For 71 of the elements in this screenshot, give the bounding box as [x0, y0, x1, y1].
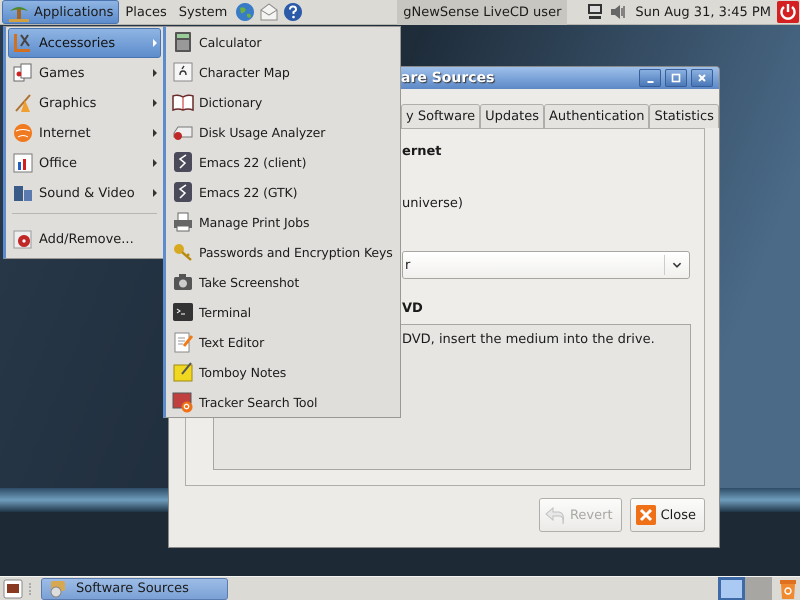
- submenu-arrow-icon: [152, 189, 158, 197]
- hint-text: DVD, insert the medium into the drive.: [402, 332, 655, 347]
- globe-icon: [12, 122, 34, 144]
- menu-item[interactable]: Games: [8, 58, 161, 88]
- window-title: are Sources: [401, 70, 494, 86]
- section-heading: VD: [402, 301, 423, 316]
- cards-icon: [12, 62, 34, 84]
- menu-item[interactable]: Dictionary: [168, 87, 400, 117]
- menu-item[interactable]: Passwords and Encryption Keys: [168, 237, 400, 267]
- tab[interactable]: Statistics: [649, 104, 719, 128]
- menu-item[interactable]: Emacs 22 (GTK): [168, 177, 400, 207]
- printer-icon: [172, 211, 194, 233]
- dropdown[interactable]: r: [402, 251, 690, 279]
- search-icon: [172, 391, 194, 413]
- submenu-arrow-icon: [152, 129, 158, 137]
- menu-item[interactable]: Take Screenshot: [168, 267, 400, 297]
- show-desktop-icon[interactable]: [3, 578, 23, 598]
- calc-icon: [172, 31, 194, 53]
- menu-item[interactable]: Office: [8, 148, 161, 178]
- undo-arrow-icon: [544, 504, 566, 526]
- chart-icon: [12, 152, 34, 174]
- power-icon[interactable]: [777, 1, 799, 23]
- tab[interactable]: Updates: [480, 104, 544, 128]
- menu-item[interactable]: Terminal: [168, 297, 400, 327]
- note-icon: [172, 361, 194, 383]
- menu-item[interactable]: Tomboy Notes: [168, 357, 400, 387]
- menu-item[interactable]: Graphics: [8, 88, 161, 118]
- close-button[interactable]: [691, 69, 713, 87]
- submenu-arrow-icon: [152, 39, 158, 47]
- menu-item[interactable]: Sound & Video: [8, 178, 161, 208]
- menu-item[interactable]: Internet: [8, 118, 161, 148]
- workspace[interactable]: [718, 576, 745, 600]
- keys-icon: [172, 241, 194, 263]
- menu-item[interactable]: Accessories: [8, 28, 161, 58]
- notepad-icon: [172, 331, 194, 353]
- clock[interactable]: Sun Aug 31, 3:45 PM: [635, 4, 771, 20]
- section-heading: ernet: [402, 144, 442, 159]
- menu-item[interactable]: Emacs 22 (client): [168, 147, 400, 177]
- submenu-arrow-icon: [152, 99, 158, 107]
- help-icon[interactable]: [283, 2, 304, 22]
- maximize-button[interactable]: [665, 69, 687, 87]
- menu-item[interactable]: Calculator: [168, 27, 400, 57]
- close-icon: [697, 73, 707, 83]
- panel-menu[interactable]: Places: [119, 0, 173, 24]
- taskbar-button[interactable]: Software Sources: [41, 578, 228, 600]
- submenu-arrow-icon: [152, 69, 158, 77]
- menu-item[interactable]: Text Editor: [168, 327, 400, 357]
- close-icon: [634, 504, 657, 526]
- user-name[interactable]: gNewSense LiveCD user: [397, 0, 568, 24]
- panel-menu[interactable]: System: [172, 0, 234, 24]
- panel-menu[interactable]: Applications: [2, 0, 120, 24]
- submenu-arrow-icon: [152, 159, 158, 167]
- tab[interactable]: y Software: [401, 104, 480, 128]
- camera-icon: [172, 271, 194, 293]
- maximize-icon: [671, 73, 681, 83]
- minimize-button[interactable]: [639, 69, 661, 87]
- menu-item[interactable]: Disk Usage Analyzer: [168, 117, 400, 147]
- menu-item[interactable]: Character Map: [168, 57, 400, 87]
- tab[interactable]: Authentication: [544, 104, 650, 128]
- option-label[interactable]: universe): [402, 196, 463, 211]
- emacs-icon: [172, 181, 194, 203]
- terminal-icon: [172, 301, 194, 323]
- menu-item[interactable]: Manage Print Jobs: [168, 207, 400, 237]
- emacs-icon: [172, 151, 194, 173]
- trash-icon[interactable]: [778, 578, 798, 600]
- globe-icon[interactable]: [235, 2, 256, 22]
- envelope-icon[interactable]: [259, 2, 280, 22]
- menu-item[interactable]: Add/Remove...: [8, 224, 161, 254]
- minimize-icon: [646, 80, 654, 82]
- close-button[interactable]: Close: [630, 498, 705, 532]
- menu-item[interactable]: Tracker Search Tool: [168, 387, 400, 417]
